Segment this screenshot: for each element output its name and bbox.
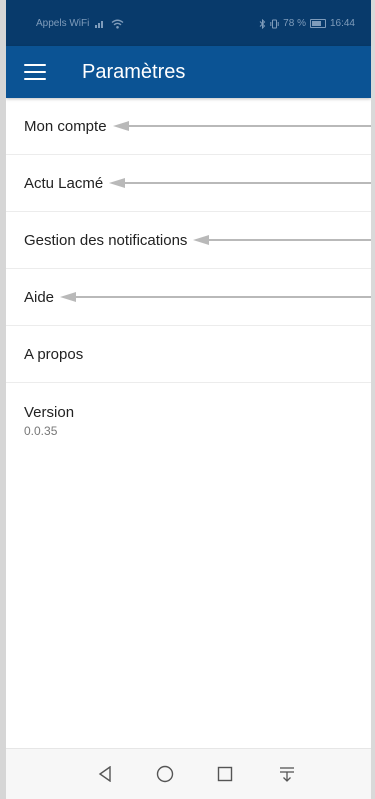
hamburger-menu-icon[interactable] bbox=[24, 64, 46, 80]
annotation-arrow-icon bbox=[109, 178, 371, 188]
settings-item-label: Actu Lacmé bbox=[24, 174, 104, 192]
carrier-text: Appels WiFi bbox=[36, 18, 90, 29]
status-left: Appels WiFi bbox=[36, 18, 124, 29]
settings-item-label: Gestion des notifications bbox=[24, 231, 188, 249]
settings-item-notifications[interactable]: Gestion des notifications bbox=[6, 212, 371, 269]
settings-item-label: A propos bbox=[24, 345, 84, 363]
status-right: 78 % 16:44 bbox=[259, 18, 355, 29]
vibrate-icon bbox=[270, 19, 279, 28]
settings-item-label: Aide bbox=[24, 288, 55, 306]
settings-item-label: Mon compte bbox=[24, 117, 107, 135]
phone-screen: Appels WiFi 78 % 16:44 Paramètres Mon co… bbox=[0, 0, 371, 799]
settings-item-actu-lacme[interactable]: Actu Lacmé bbox=[6, 155, 371, 212]
clock-text: 16:44 bbox=[329, 18, 355, 29]
settings-item-a-propos[interactable]: A propos bbox=[6, 326, 371, 383]
version-info: Version 0.0.35 bbox=[24, 404, 74, 438]
wifi-icon bbox=[111, 19, 124, 29]
status-bar: Appels WiFi 78 % 16:44 bbox=[6, 0, 371, 46]
home-circle-icon[interactable] bbox=[154, 763, 176, 785]
version-value: 0.0.35 bbox=[24, 424, 58, 438]
battery-percent: 78 % bbox=[283, 18, 306, 29]
version-label: Version bbox=[24, 404, 75, 421]
system-nav-bar bbox=[6, 748, 371, 799]
annotation-arrow-icon bbox=[112, 121, 371, 131]
settings-item-mon-compte[interactable]: Mon compte bbox=[6, 98, 371, 155]
recents-square-icon[interactable] bbox=[214, 763, 236, 785]
annotation-arrow-icon bbox=[60, 292, 371, 302]
back-triangle-icon[interactable] bbox=[94, 763, 116, 785]
settings-list: Mon compte Actu Lacmé Gestion des notifi… bbox=[6, 98, 371, 438]
annotation-arrow-icon bbox=[193, 235, 371, 245]
settings-item-aide[interactable]: Aide bbox=[6, 269, 371, 326]
battery-icon bbox=[309, 19, 326, 28]
notification-pull-icon[interactable] bbox=[276, 763, 298, 785]
app-bar: Paramètres bbox=[6, 46, 371, 98]
page-title: Paramètres bbox=[82, 60, 186, 83]
signal-icon bbox=[95, 21, 104, 28]
bluetooth-icon bbox=[259, 18, 266, 29]
